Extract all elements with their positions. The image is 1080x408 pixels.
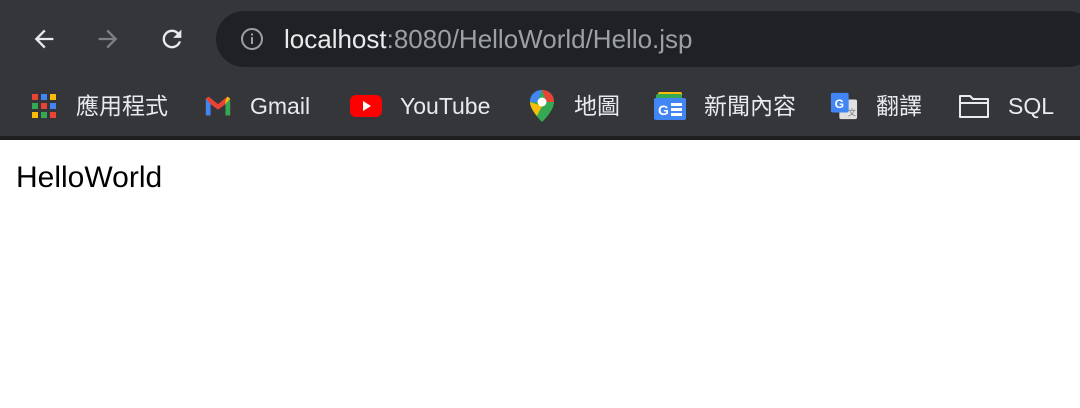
page-content: HelloWorld bbox=[0, 140, 1080, 216]
svg-text:文: 文 bbox=[848, 107, 857, 117]
address-bar[interactable]: localhost:8080/HelloWorld/Hello.jsp bbox=[216, 11, 1080, 67]
hello-text: HelloWorld bbox=[16, 161, 163, 194]
bookmark-label: YouTube bbox=[400, 93, 491, 119]
google-news-icon: G bbox=[654, 92, 686, 120]
forward-button[interactable] bbox=[88, 19, 128, 59]
folder-icon bbox=[958, 92, 990, 120]
svg-text:G: G bbox=[658, 102, 669, 118]
bookmark-apps[interactable]: 應用程式 bbox=[30, 90, 168, 122]
gmail-icon bbox=[204, 92, 232, 120]
bookmark-label: 地圖 bbox=[574, 93, 620, 119]
url-text[interactable]: localhost:8080/HelloWorld/Hello.jsp bbox=[284, 24, 693, 54]
arrow-left-icon bbox=[34, 29, 54, 49]
bookmark-label: 翻譯 bbox=[876, 93, 922, 119]
bookmark-label: SQL bbox=[1008, 93, 1055, 119]
arrow-right-icon bbox=[98, 29, 118, 49]
url-host: localhost bbox=[284, 24, 387, 54]
bookmarks-bar: 應用程式 Gmail YouTube 地圖 G 新聞內容 G 文 翻譯 SQL bbox=[0, 76, 1080, 140]
bookmark-sql-folder[interactable]: SQL bbox=[958, 90, 1054, 122]
reload-icon bbox=[162, 29, 182, 49]
maps-pin-icon bbox=[528, 90, 556, 122]
svg-text:G: G bbox=[835, 97, 844, 111]
info-icon[interactable] bbox=[240, 27, 264, 51]
bookmark-label: 應用程式 bbox=[76, 93, 168, 119]
google-translate-icon: G 文 bbox=[830, 92, 858, 120]
bookmark-youtube[interactable]: YouTube bbox=[350, 90, 490, 122]
reload-button[interactable] bbox=[152, 19, 192, 59]
url-path: :8080/HelloWorld/Hello.jsp bbox=[386, 24, 693, 54]
bookmark-label: Gmail bbox=[250, 93, 311, 119]
youtube-icon bbox=[350, 92, 382, 120]
bookmark-news[interactable]: G 新聞內容 bbox=[654, 90, 796, 122]
bookmark-gmail[interactable]: Gmail bbox=[204, 90, 310, 122]
bookmark-maps[interactable]: 地圖 bbox=[528, 90, 620, 122]
apps-grid-icon bbox=[30, 92, 58, 120]
bookmark-translate[interactable]: G 文 翻譯 bbox=[830, 90, 922, 122]
browser-toolbar: localhost:8080/HelloWorld/Hello.jsp bbox=[0, 0, 1080, 76]
back-button[interactable] bbox=[24, 19, 64, 59]
bookmark-label: 新聞內容 bbox=[704, 93, 796, 119]
